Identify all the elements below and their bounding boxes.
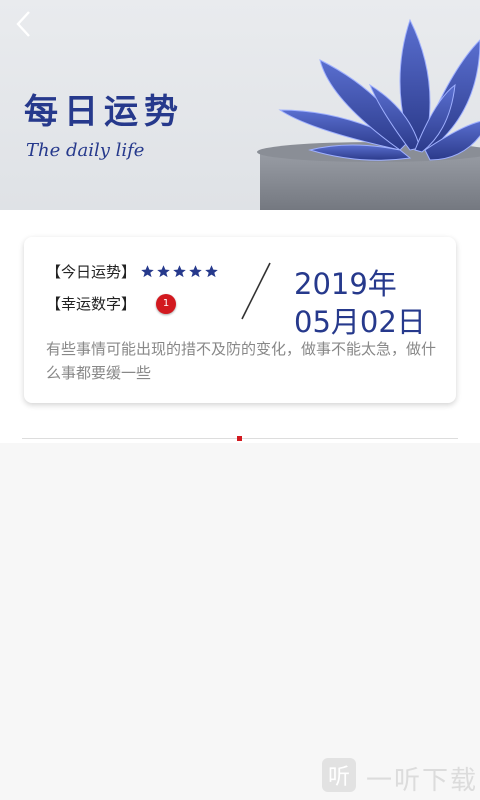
slash-divider — [241, 262, 271, 320]
lucky-number-row: 【幸运数字】 1 — [46, 293, 177, 314]
star-icon — [157, 265, 170, 278]
luck-row: 【今日运势】 — [46, 261, 220, 282]
luck-label: 【今日运势】 — [46, 263, 137, 281]
header-banner: 每日运势 The daily life — [0, 0, 480, 210]
star-icon — [173, 265, 186, 278]
fortune-card: 【今日运势】 【幸运数字】 1 2019年 05月02日 有些事情可能出现的措不… — [24, 237, 456, 403]
lucky-number-badge: 1 — [156, 293, 177, 314]
star-icon — [141, 265, 154, 278]
succulent-plant-image — [257, 18, 480, 210]
divider-dot — [237, 436, 242, 441]
chevron-left-icon[interactable] — [8, 8, 40, 40]
star-icon — [189, 265, 202, 278]
watermark-logo-icon: 听 — [322, 758, 356, 792]
fortune-description: 有些事情可能出现的措不及防的变化，做事不能太急，做什么事都要缓一些 — [46, 340, 437, 382]
lucky-number-label: 【幸运数字】 — [46, 295, 137, 313]
watermark-text: 一听下载 — [366, 766, 479, 796]
page-subtitle: The daily life — [26, 140, 145, 161]
date-year: 2019年 — [294, 267, 397, 301]
page-title: 每日运势 — [24, 92, 184, 132]
star-icon — [205, 265, 218, 278]
date-day: 05月02日 — [294, 305, 426, 339]
luck-stars — [140, 264, 220, 279]
